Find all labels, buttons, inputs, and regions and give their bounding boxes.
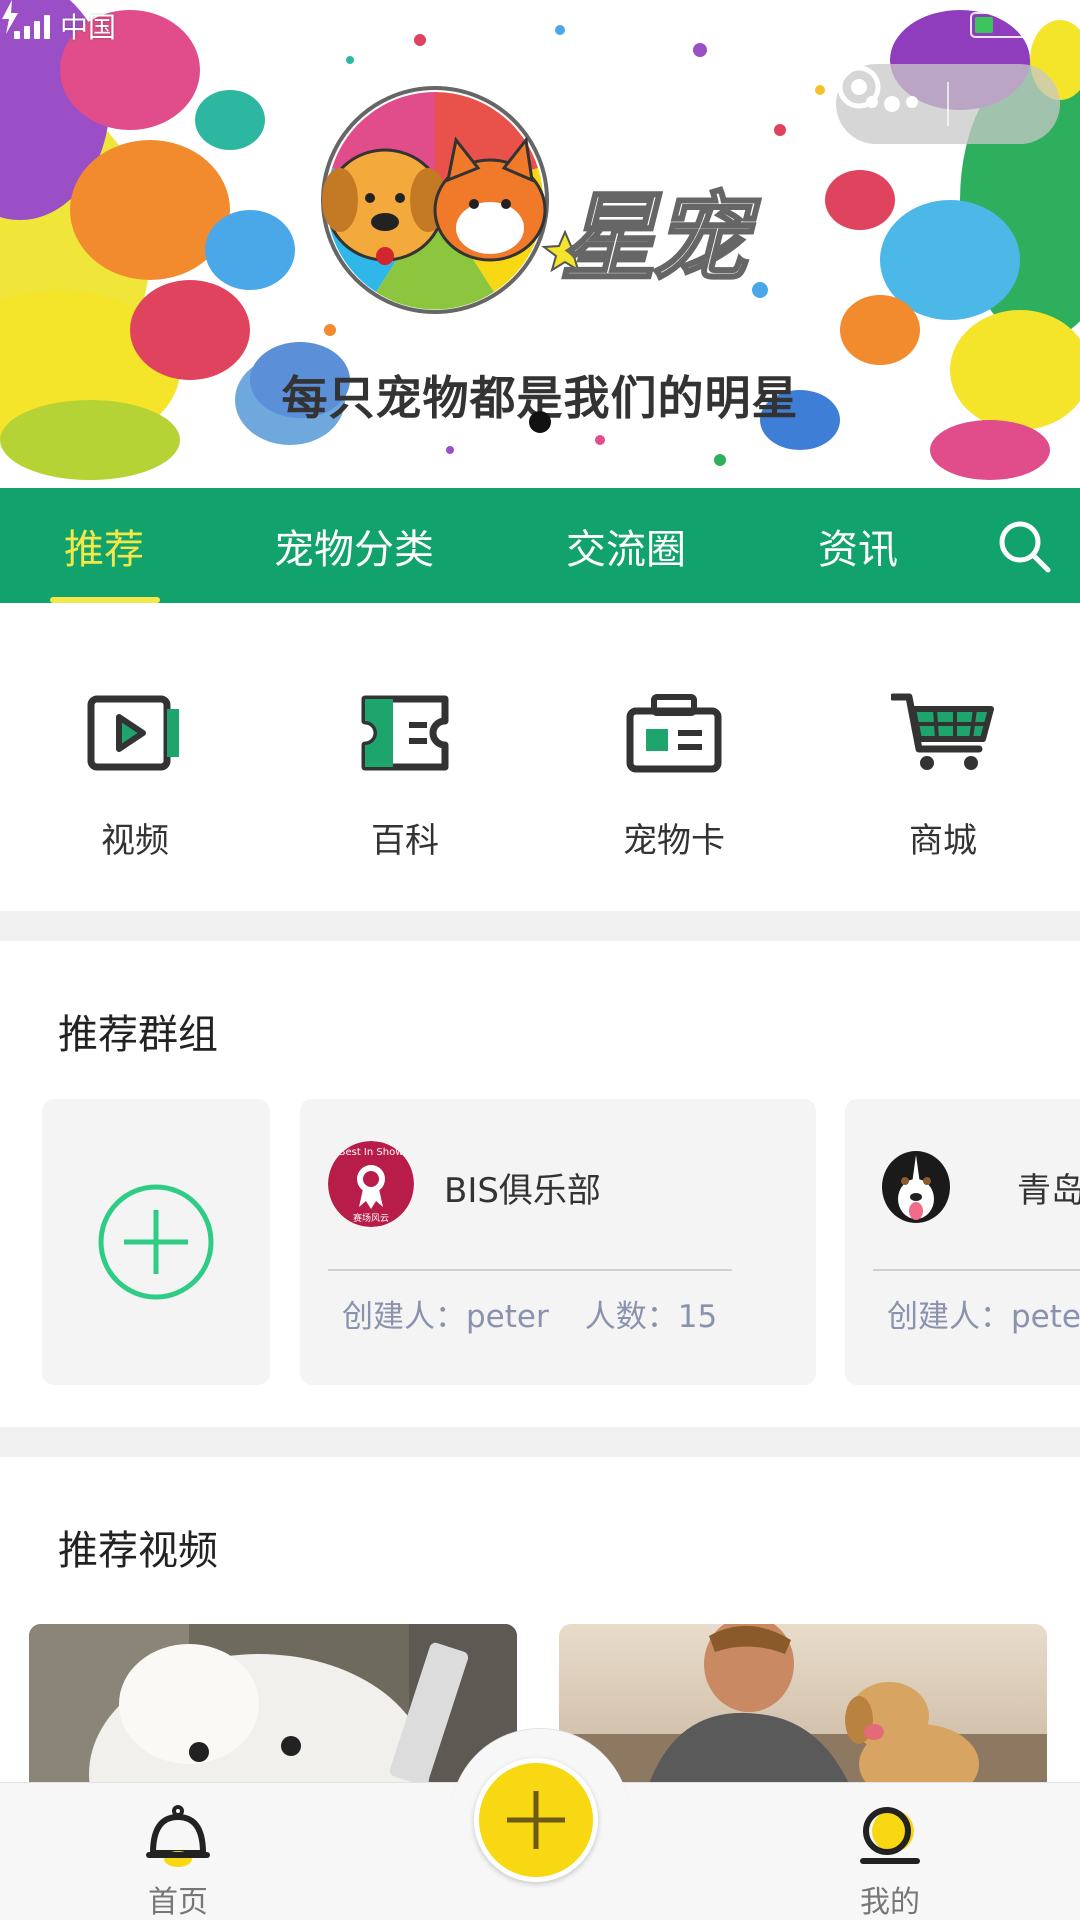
- carrier-name: 中国: [60, 11, 117, 44]
- carousel-indicator[interactable]: [529, 411, 551, 433]
- group-meta: 创建人：peter 人数：15: [342, 1291, 753, 1336]
- entry-mall[interactable]: 商城: [843, 683, 1043, 862]
- group-creator: 创建人：peter: [342, 1299, 549, 1335]
- target-icon: [837, 65, 881, 109]
- group-avatar: Best In Show 赛场风云: [328, 1141, 414, 1227]
- tab-recommend[interactable]: 推荐: [64, 488, 144, 603]
- status-bar: 中国: [0, 0, 1080, 52]
- create-group-button[interactable]: [42, 1099, 270, 1385]
- logo-emblem: [321, 86, 549, 314]
- entry-label: 宠物卡: [623, 821, 725, 861]
- tab-label: 宠物分类: [274, 526, 434, 573]
- tab-label: 交流圈: [566, 526, 686, 573]
- group-avatar: [873, 1141, 959, 1227]
- publish-button[interactable]: [474, 1758, 598, 1882]
- group-meta: 创建人：pete: [887, 1291, 1080, 1336]
- group-member-count: 人数：15: [584, 1299, 718, 1335]
- video-card-man-with-dog[interactable]: [559, 1624, 1047, 1784]
- group-creator: 创建人：pete: [887, 1299, 1080, 1335]
- video-thumbnail: [29, 1624, 517, 1784]
- groups-section-title: 推荐群组: [58, 1012, 218, 1058]
- entry-label: 百科: [371, 821, 439, 861]
- cart-icon: [891, 693, 994, 770]
- group-card[interactable]: Best In Show 赛场风云 BIS俱乐部 创建人：peter 人数：15: [300, 1099, 816, 1385]
- avatar-caption-bottom: 赛场风云: [353, 1212, 389, 1224]
- charging-icon: [2, 0, 18, 34]
- close-miniprogram-button[interactable]: [837, 64, 1060, 144]
- encyclopedia-icon: [361, 695, 449, 771]
- tab-label: 推荐: [64, 526, 144, 573]
- battery-icon: [970, 12, 1030, 38]
- search-icon[interactable]: [994, 516, 1054, 576]
- pet-card-icon: [626, 694, 722, 773]
- video-icon: [87, 695, 179, 771]
- category-nav: 推荐 宠物分类 交流圈 资讯: [0, 488, 1080, 603]
- videos-section-title: 推荐视频: [58, 1528, 218, 1574]
- entry-video[interactable]: 视频: [35, 683, 235, 862]
- tab-pet-category[interactable]: 宠物分类: [274, 488, 434, 603]
- entry-label: 商城: [909, 821, 977, 861]
- plus-icon: [507, 1791, 565, 1849]
- tab-mine[interactable]: 我的: [830, 1803, 950, 1920]
- add-circle-icon: [98, 1184, 214, 1300]
- video-card-dog-grooming[interactable]: [29, 1624, 517, 1784]
- group-card[interactable]: 青岛边 创建人：pete: [845, 1099, 1080, 1385]
- tab-home[interactable]: 首页: [118, 1803, 238, 1920]
- quick-entry-grid: 视频 百科 宠物卡 商城: [0, 603, 1080, 911]
- tab-label: 首页: [148, 1885, 208, 1920]
- banner[interactable]: 星宠 每只宠物都是我们的明星 中国: [0, 0, 1080, 488]
- profile-icon: [860, 1807, 920, 1864]
- entry-label: 视频: [101, 821, 169, 861]
- tab-label: 我的: [860, 1885, 920, 1920]
- video-thumbnail: [559, 1624, 1047, 1784]
- avatar-caption-top: Best In Show: [339, 1147, 404, 1158]
- brand-logo-text: 星宠: [559, 181, 750, 296]
- miniprogram-capsule: [836, 64, 1060, 144]
- group-name: 青岛边: [1017, 1171, 1080, 1211]
- tab-community[interactable]: 交流圈: [566, 488, 686, 603]
- entry-encyclopedia[interactable]: 百科: [305, 683, 505, 862]
- section-divider: [0, 1427, 1080, 1457]
- home-bell-icon: [146, 1805, 210, 1867]
- tab-label: 资讯: [818, 526, 898, 573]
- section-divider: [0, 911, 1080, 941]
- card-divider: [873, 1269, 1080, 1271]
- group-name: BIS俱乐部: [444, 1171, 601, 1211]
- entry-pet-card[interactable]: 宠物卡: [574, 683, 774, 862]
- card-divider: [328, 1269, 732, 1271]
- tab-news[interactable]: 资讯: [818, 488, 898, 603]
